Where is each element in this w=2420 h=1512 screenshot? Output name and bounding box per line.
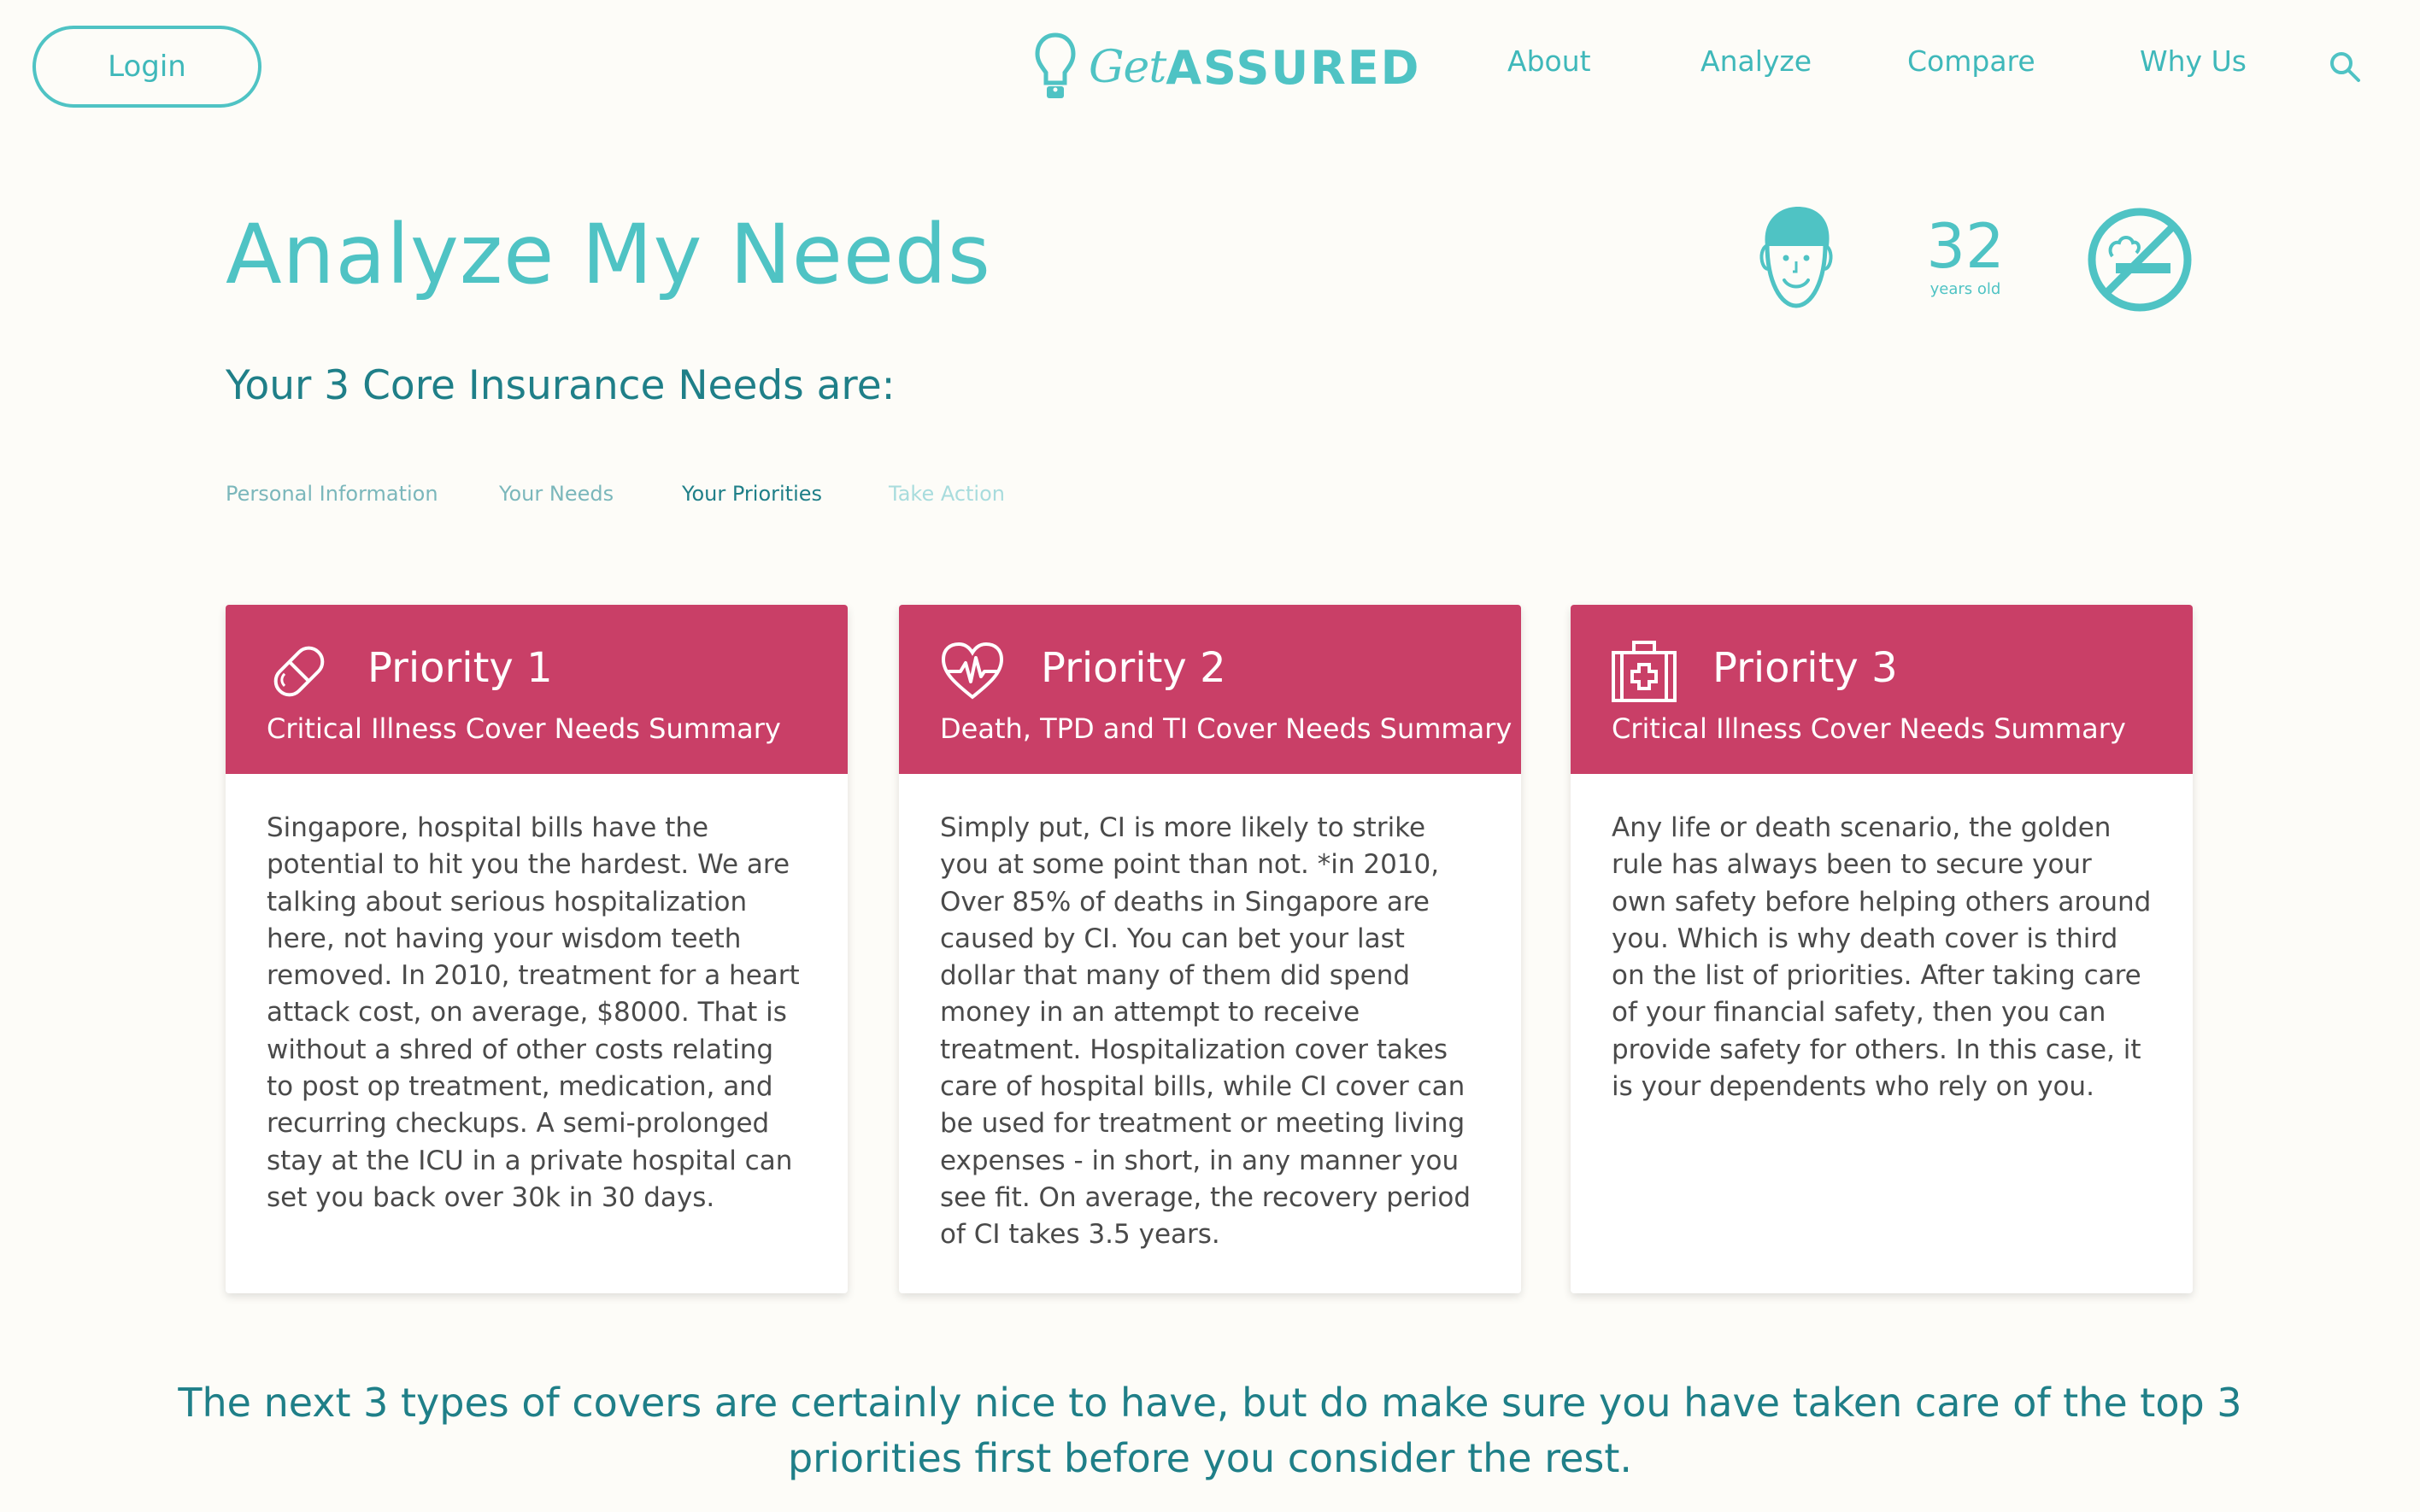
step-personal-information[interactable]: Personal Information: [226, 482, 438, 506]
bottom-note: The next 3 types of covers are certainly…: [178, 1380, 2242, 1481]
priority-card-3: Priority 3 Critical Illness Cover Needs …: [1571, 605, 2193, 1293]
first-aid-kit-icon: [1612, 641, 1677, 702]
card-body-text: Singapore, hospital bills have the poten…: [267, 812, 800, 1213]
age-label: years old: [1930, 280, 2001, 298]
card-body-text: Any life or death scenario, the golden r…: [1612, 812, 2152, 1103]
non-smoker-icon[interactable]: [2087, 207, 2193, 313]
section-subtitle: Your 3 Core Insurance Needs are:: [226, 362, 896, 409]
logo[interactable]: Get ASSURED: [1034, 29, 1421, 106]
age-value: 32: [1926, 210, 2005, 282]
card-subtitle: Critical Illness Cover Needs Summary: [267, 712, 781, 745]
nav-analyze[interactable]: Analyze: [1700, 44, 1812, 78]
step-take-action[interactable]: Take Action: [889, 482, 1005, 506]
priority-card-1: Priority 1 Critical Illness Cover Needs …: [226, 605, 848, 1293]
search-icon[interactable]: [2328, 50, 2362, 84]
page-title: Analyze My Needs: [226, 207, 991, 302]
card-subtitle: Critical Illness Cover Needs Summary: [1612, 712, 2126, 745]
nav-about[interactable]: About: [1507, 44, 1591, 78]
card-subtitle: Death, TPD and TI Cover Needs Summary: [940, 712, 1512, 745]
nav-compare[interactable]: Compare: [1907, 44, 2035, 78]
card-header: Priority 3 Critical Illness Cover Needs …: [1571, 605, 2193, 774]
priority-card-2: Priority 2 Death, TPD and TI Cover Needs…: [899, 605, 1521, 1293]
step-your-needs[interactable]: Your Needs: [499, 482, 614, 506]
pill-icon: [273, 646, 325, 697]
card-title: Priority 2: [1041, 644, 1226, 692]
lightbulb-icon: [1035, 32, 1076, 98]
card-header: Priority 1 Critical Illness Cover Needs …: [226, 605, 848, 774]
card-header: Priority 2 Death, TPD and TI Cover Needs…: [899, 605, 1521, 774]
logo-get-text: Get: [1089, 42, 1166, 93]
step-your-priorities[interactable]: Your Priorities: [682, 482, 822, 506]
nav-why-us[interactable]: Why Us: [2140, 44, 2247, 78]
login-button[interactable]: Login: [32, 26, 261, 108]
logo-assured-text: ASSURED: [1166, 40, 1421, 95]
avatar-face-icon[interactable]: [1753, 203, 1839, 311]
card-title: Priority 1: [367, 644, 553, 692]
heartbeat-icon: [941, 642, 1004, 700]
card-body-text: Simply put, CI is more likely to strike …: [940, 812, 1471, 1251]
card-title: Priority 3: [1712, 644, 1898, 692]
